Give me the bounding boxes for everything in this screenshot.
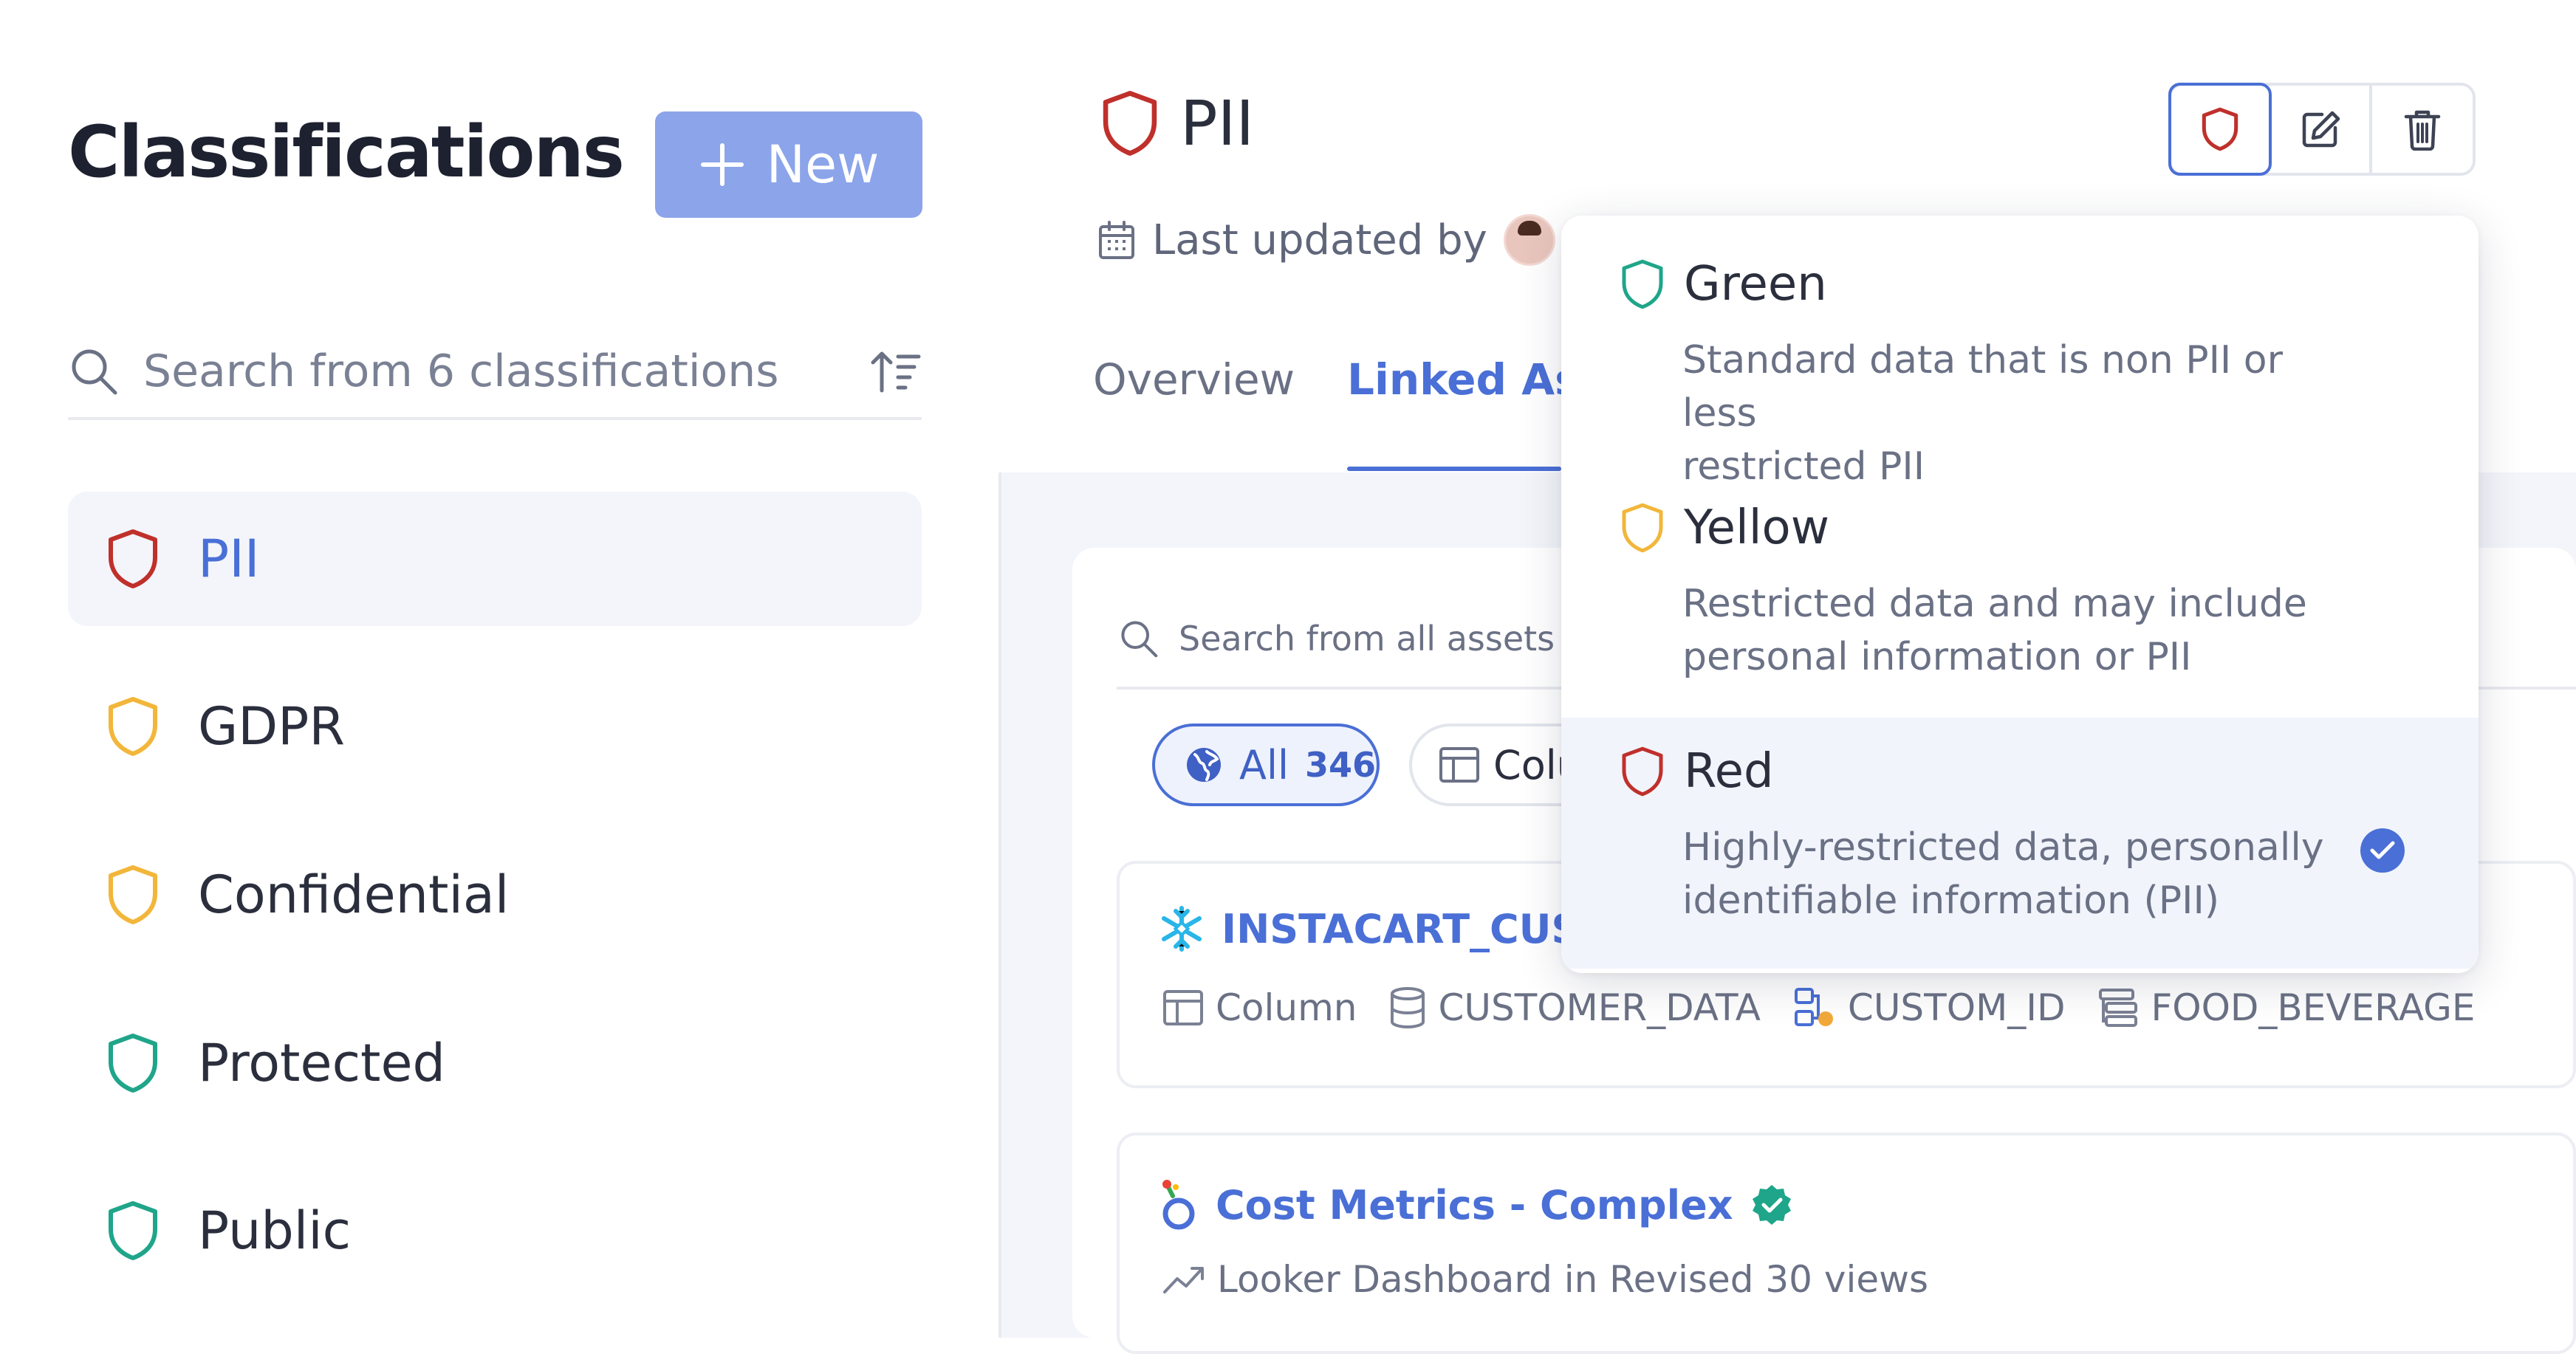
trash-icon [2403,108,2442,151]
delete-button[interactable] [2372,86,2473,173]
option-name: Red [1684,744,1774,799]
active-tab-indicator [1347,467,1561,471]
globe-icon [1185,746,1223,784]
classification-color-dropdown: Green Standard data that is non PII or l… [1561,216,2479,973]
classification-label: Confidential [198,865,510,925]
trend-icon [1162,1264,1205,1295]
edit-button[interactable] [2272,86,2373,173]
classification-title: PII [1180,87,1255,159]
verified-icon [1750,1183,1794,1227]
classification-item-pii[interactable]: PII [68,492,922,626]
new-button-label: New [766,134,880,195]
shield-yellow-icon [103,696,162,757]
classification-header: PII [1100,87,1254,159]
asset-card[interactable]: Cost Metrics - Complex Looker Dashboard … [1117,1133,2576,1354]
asset-schema: CUSTOM_ID [1793,986,2066,1029]
chip-count: 346 [1304,745,1376,785]
classification-item-gdpr[interactable]: GDPR [68,659,922,794]
asset-meta-label: Looker Dashboard in Revised 30 views [1217,1258,1929,1301]
option-name: Green [1684,257,1827,312]
color-option-green[interactable]: Green Standard data that is non PII or l… [1561,216,2479,489]
search-icon [1118,618,1159,659]
snowflake-icon [1158,905,1205,952]
classification-item-confidential[interactable]: Confidential [68,828,922,962]
shield-red-icon [103,529,162,589]
sort-icon[interactable] [870,348,922,395]
shield-green-icon [1620,258,1665,310]
schema-icon [1793,986,1836,1029]
asset-type: Column [1162,986,1357,1029]
check-icon [2360,828,2405,873]
asset-category-label: FOOD_BEVERAGE [2151,986,2476,1029]
avatar[interactable] [1503,214,1555,266]
classification-label: Protected [198,1033,445,1093]
asset-schema-label: CUSTOM_ID [1847,986,2066,1029]
table-icon [1162,989,1204,1026]
asset-meta: Column CUSTOMER_DATA CUSTOM_ID FOOD_BEVE… [1162,986,2508,1029]
option-description: Restricted data and may include personal… [1682,582,2307,679]
chip-label: All [1239,741,1289,788]
filter-chip-all[interactable]: All 346 [1152,724,1380,806]
classification-item-public[interactable]: Public [68,1164,922,1298]
asset-title[interactable]: INSTACART_CUS [1222,906,1580,952]
looker-icon [1158,1177,1199,1233]
shield-green-icon [103,1033,162,1093]
header-toolbar [2168,83,2476,176]
shield-red-icon [1620,746,1665,797]
last-updated-text: Last updated by [1152,216,1487,264]
shield-yellow-icon [103,865,162,925]
classification-label: Public [198,1200,352,1261]
asset-title-row: INSTACART_CUS [1158,905,1580,952]
asset-database-label: CUSTOMER_DATA [1438,986,1761,1029]
new-classification-button[interactable]: New [655,111,922,218]
classification-label: GDPR [198,696,345,757]
asset-database: CUSTOMER_DATA [1389,986,1761,1029]
classification-item-protected[interactable]: Protected [68,996,922,1130]
plus-icon [699,141,746,188]
shield-yellow-icon [1620,502,1665,554]
tab-overview[interactable]: Overview [1093,354,1295,405]
shield-green-icon [103,1200,162,1261]
color-option-yellow[interactable]: Yellow Restricted data and may include p… [1561,459,2479,703]
option-name: Yellow [1684,501,1830,555]
stack-icon [2097,987,2139,1028]
classification-label: PII [198,529,260,589]
asset-category: FOOD_BEVERAGE [2097,986,2476,1029]
edit-icon [2300,109,2341,150]
asset-title[interactable]: Cost Metrics - Complex [1216,1182,1733,1228]
asset-type: Looker Dashboard in Revised 30 views [1162,1258,1928,1301]
search-icon [68,346,120,397]
asset-title-row: Cost Metrics - Complex [1158,1177,1794,1233]
shield-red-icon [1100,90,1159,157]
asset-type-label: Column [1216,986,1357,1029]
asset-search-input[interactable]: Search from all assets [1179,619,1555,659]
option-description: Highly-restricted data, personally ident… [1682,825,2324,923]
last-updated-meta: Last updated by e [1097,214,1597,266]
table-icon [1439,746,1480,783]
classification-color-button[interactable] [2168,83,2272,176]
database-icon [1389,986,1426,1029]
calendar-icon [1097,219,1136,261]
classification-search[interactable]: Search from 6 classifications [68,325,922,420]
search-input[interactable]: Search from 6 classifications [143,346,870,397]
page-title: Classifications [68,111,625,193]
color-option-red[interactable]: Red Highly-restricted data, personally i… [1561,718,2479,969]
asset-meta: Looker Dashboard in Revised 30 views [1162,1258,1961,1301]
shield-icon [2201,107,2239,151]
